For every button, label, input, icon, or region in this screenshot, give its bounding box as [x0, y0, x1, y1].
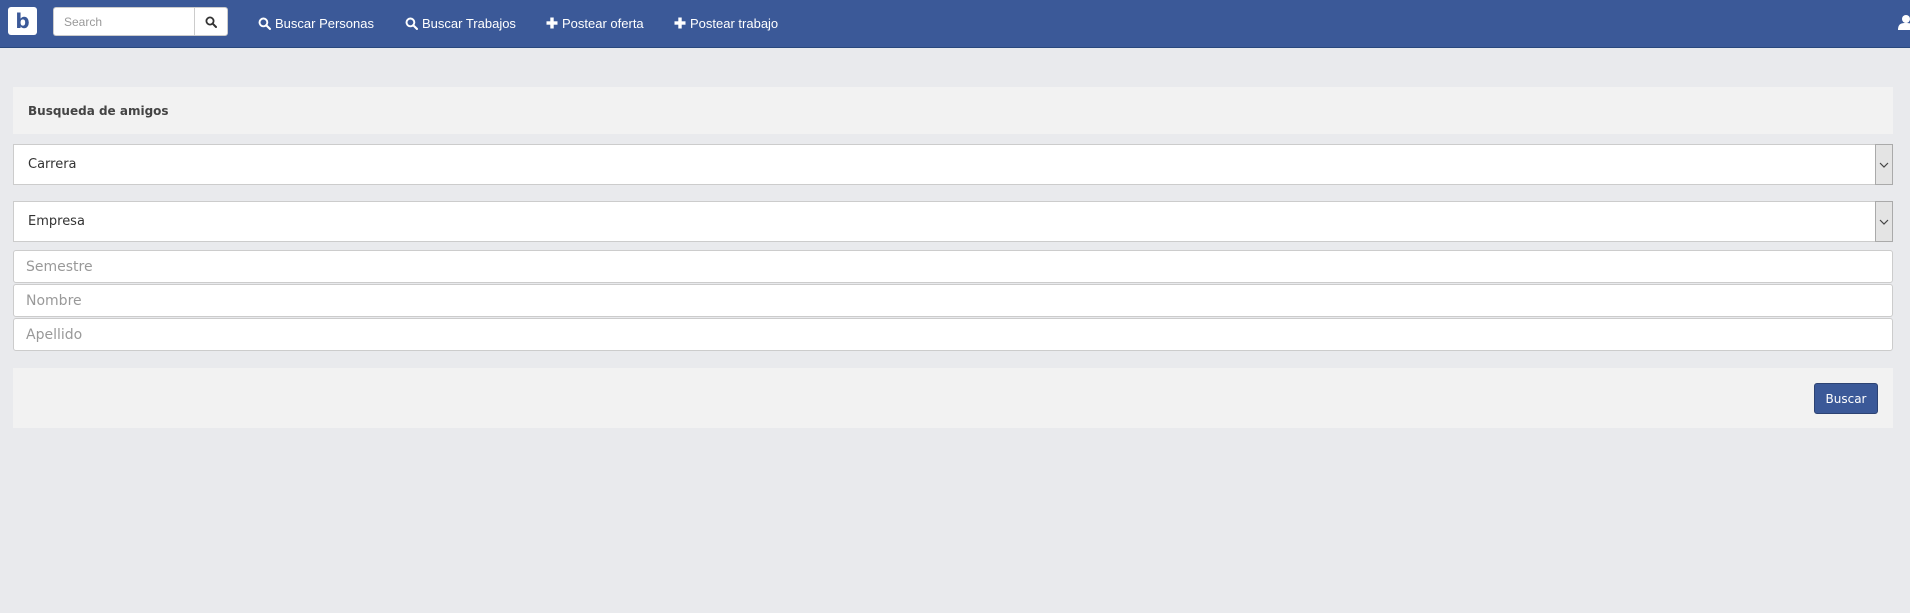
panel-title: Busqueda de amigos	[28, 104, 169, 118]
top-navbar: b Buscar Personas Buscar Trabajos	[0, 0, 1910, 48]
user-icon[interactable]	[1898, 14, 1910, 30]
buscar-button[interactable]: Buscar	[1814, 383, 1878, 414]
search-icon	[205, 16, 217, 28]
first-name-input[interactable]	[13, 284, 1893, 317]
plus-icon	[674, 17, 686, 29]
nav-postear-oferta[interactable]: Postear oferta	[546, 0, 644, 46]
company-select-value: Empresa	[28, 214, 85, 229]
nav-label: Buscar Personas	[275, 15, 374, 31]
career-select[interactable]: Carrera	[13, 144, 1893, 185]
semester-input[interactable]	[13, 250, 1893, 283]
panel-footer: Buscar	[13, 368, 1893, 428]
nav-buscar-personas[interactable]: Buscar Personas	[258, 0, 374, 46]
nav-label: Postear oferta	[562, 15, 644, 31]
search-icon	[405, 17, 418, 30]
brand-logo[interactable]: b	[8, 7, 37, 35]
last-name-input[interactable]	[13, 318, 1893, 351]
nav-buscar-trabajos[interactable]: Buscar Trabajos	[405, 0, 516, 46]
nav-label: Postear trabajo	[690, 15, 779, 31]
chevron-down-icon[interactable]	[1875, 144, 1893, 185]
plus-icon	[546, 17, 558, 29]
nav-postear-trabajo[interactable]: Postear trabajo	[674, 0, 778, 46]
company-select[interactable]: Empresa	[13, 201, 1893, 242]
search-icon	[258, 17, 271, 30]
career-select-value: Carrera	[28, 157, 77, 172]
search-button[interactable]	[194, 7, 228, 36]
search-input[interactable]	[53, 7, 194, 36]
chevron-down-icon[interactable]	[1875, 201, 1893, 242]
nav-label: Buscar Trabajos	[422, 15, 516, 31]
panel-heading: Busqueda de amigos	[13, 87, 1893, 134]
navbar-search	[53, 7, 228, 36]
